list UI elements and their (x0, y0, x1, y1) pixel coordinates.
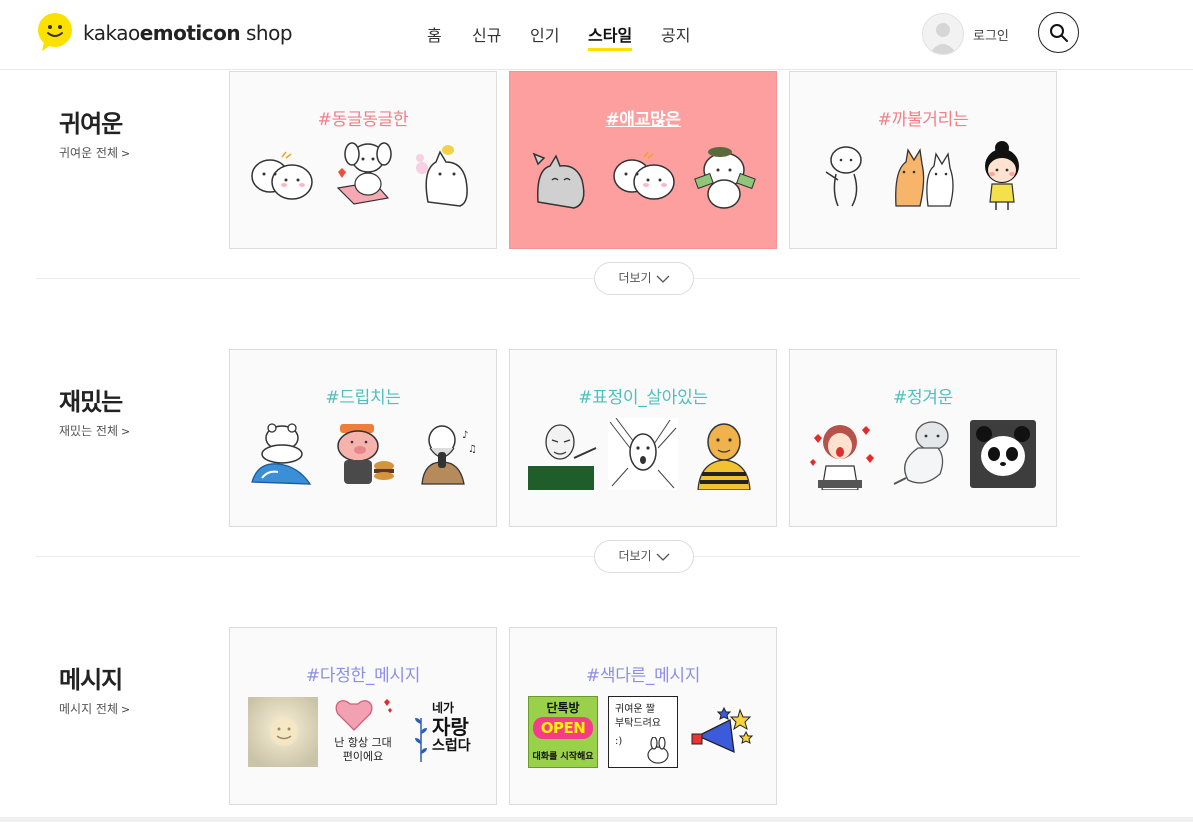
chevron-right-icon: > (121, 703, 131, 716)
calligraphy-text: 네가 자랑 스럽다 (432, 700, 471, 754)
orange-and-white-cats-icon (895, 148, 954, 207)
brand-name[interactable]: kakaoemoticon shop (83, 21, 293, 45)
style-card-friendly[interactable]: #정겨운 (789, 349, 1057, 527)
note-line-2: 부탁드려요 (615, 718, 661, 729)
girl-with-bun-hair-icon (985, 141, 1019, 210)
card-tag: #정겨운 (893, 388, 953, 408)
twin-dumpling-bunnies-icon (613, 151, 675, 200)
search-icon (1050, 24, 1068, 42)
white-blob-thinking-icon (825, 146, 862, 207)
style-card-playful[interactable]: #까불거리는 (789, 71, 1057, 249)
section-link-message-all[interactable]: 메시지 전체 > (59, 700, 130, 717)
search-button[interactable] (1038, 12, 1079, 53)
nav-notice[interactable]: 공지 (661, 22, 690, 46)
chevron-right-icon: > (121, 425, 131, 438)
chevron-down-icon (656, 553, 670, 561)
bottom-bar (0, 817, 1193, 822)
open-sign-bottom: 대화를 시작해요 (532, 752, 594, 762)
card-tag: #표정이_살아있는 (578, 388, 708, 408)
open-sign-top: 단톡방 (546, 701, 580, 715)
card-tag: #까불거리는 (877, 110, 969, 130)
note-line-1: 귀여운 짤 (615, 704, 655, 715)
section-divider (36, 278, 1080, 279)
open-sign-mid: OPEN (533, 717, 593, 739)
calligraphy-line-1: 네가 (432, 701, 455, 715)
more-button-cute[interactable]: 더보기 (594, 262, 694, 295)
heart-icon (335, 699, 392, 731)
avatar[interactable] (922, 13, 964, 55)
white-cat-with-bird-icon (416, 145, 468, 207)
bearded-man-singing-icon: ♪ ♫ (421, 425, 477, 485)
section-link-cute-all[interactable]: 귀여운 전체 > (59, 144, 130, 161)
top-header: kakaoemoticon shop 홈 신규 인기 스타일 공지 로그인 (0, 0, 1193, 70)
gray-cat-waving-icon (532, 152, 585, 209)
calligraphy-leaf-message-icon: 네가 자랑 스럽다 (412, 696, 482, 768)
more-button-funny[interactable]: 더보기 (594, 540, 694, 573)
calligraphy-line-2: 자랑 (432, 715, 469, 739)
white-puppy-on-pink-cushion-icon (336, 142, 392, 205)
panda-face-icon (970, 420, 1036, 488)
style-card-sweet-message[interactable]: #다정한_메시지 난 항상 그대 편이에요 네가 자랑 스럽다 (229, 627, 497, 805)
card-tag: #색다른_메시지 (585, 666, 701, 686)
nav-popular[interactable]: 인기 (530, 22, 559, 46)
style-card-round[interactable]: #동글동글한 (229, 71, 497, 249)
section-title-message: 메시지 (59, 666, 123, 694)
megaphone-stars-icon (691, 706, 754, 754)
seal-lying-down-icon (893, 421, 949, 485)
sticker-message-text: 난 항상 그대 편이에요 (334, 736, 392, 763)
blurred-smiley-photo-icon (248, 697, 318, 767)
bear-holding-money-icon (694, 147, 756, 209)
cute-request-note-icon: 귀여운 짤 부탁드려요 :) (608, 696, 678, 768)
svg-text:♫: ♫ (468, 444, 477, 455)
chat-open-sign-icon: 단톡방 OPEN 대화를 시작해요 (528, 696, 598, 768)
section-link-funny-all[interactable]: 재밌는 전체 > (59, 422, 130, 439)
chevron-down-icon (656, 275, 670, 283)
style-card-unique-message[interactable]: #색다른_메시지 단톡방 OPEN 대화를 시작해요 귀여운 짤 부탁드려요 :… (509, 627, 777, 805)
section-title-cute: 귀여운 (59, 110, 123, 138)
login-link[interactable]: 로그인 (973, 25, 1009, 44)
style-card-charming[interactable]: #애교많은 (509, 71, 777, 249)
leaf-icon (415, 718, 427, 762)
section-title-funny: 재밌는 (59, 388, 123, 416)
bald-man-bee-shirt-icon (697, 423, 751, 490)
section-divider (36, 556, 1080, 557)
card-tag: #드립치는 (325, 388, 401, 408)
style-card-witty[interactable]: #드립치는 ♪ ♫ (229, 349, 497, 527)
pink-heart-bunny-message-icon: 난 항상 그대 편이에요 (330, 696, 400, 768)
nav-new[interactable]: 신규 (472, 22, 501, 46)
svg-text:♪: ♪ (462, 430, 468, 441)
card-tag: #다정한_메시지 (305, 666, 421, 686)
kakao-smile-logo-icon[interactable] (36, 12, 74, 52)
calligraphy-line-3: 스럽다 (432, 738, 471, 754)
bunny-icon (647, 737, 669, 764)
twin-dumpling-bunnies-icon (251, 151, 313, 200)
default-user-icon (929, 23, 957, 54)
card-tag: #동글동글한 (317, 110, 409, 130)
granny-with-hearts-icon (810, 425, 874, 490)
nav-style[interactable]: 스타일 (588, 22, 633, 51)
card-tag: #애교많은 (605, 110, 681, 130)
nav-home[interactable]: 홈 (427, 22, 442, 46)
chevron-right-icon: > (121, 147, 131, 160)
pig-eating-burger-icon (337, 424, 394, 484)
man-pointing-sketch-icon (528, 424, 597, 490)
style-card-expressive[interactable]: #표정이_살아있는 (509, 349, 777, 527)
bear-surfing-wave-icon (251, 423, 312, 485)
shocked-face-sketch-icon (608, 418, 678, 490)
